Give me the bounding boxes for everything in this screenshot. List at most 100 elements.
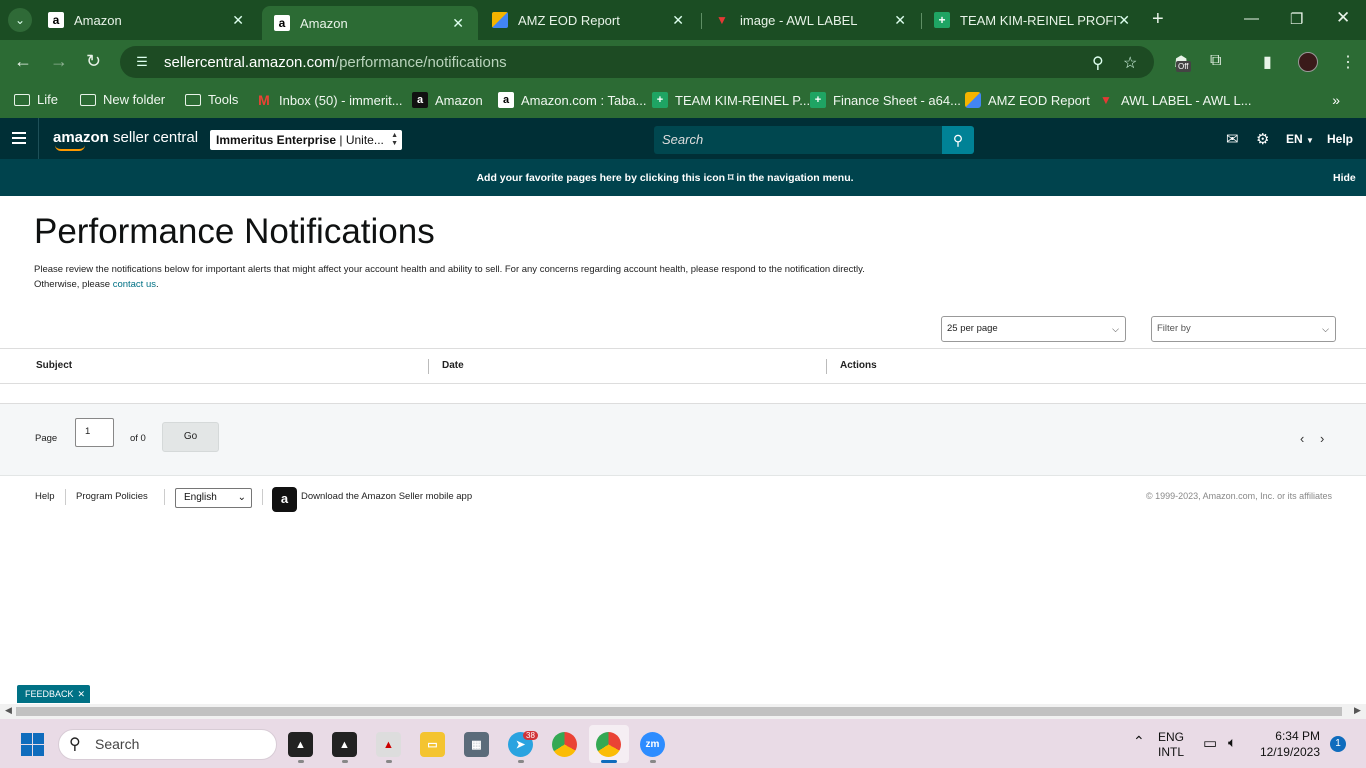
language-menu[interactable]: EN ▼ — [1286, 132, 1314, 146]
contact-us-link[interactable]: contact us — [113, 279, 156, 290]
bookmark-amazon[interactable]: a Amazon — [412, 92, 483, 108]
bookmark-awl-label[interactable]: ▼ AWL LABEL - AWL L... — [1098, 92, 1252, 108]
seller-central-logo[interactable]: amazon seller central — [53, 129, 198, 151]
new-tab-plus-icon[interactable]: + — [1152, 9, 1164, 29]
reload-icon[interactable]: ↻ — [86, 52, 101, 70]
browser-tab-4[interactable]: ▼ image - AWL LABEL ✕ — [702, 0, 920, 40]
page-footer: Help Program Policies English ⌄ a Downlo… — [0, 477, 1366, 519]
store-switcher[interactable]: Immeritus Enterprise | Unite... ▲ ▼ — [210, 130, 402, 150]
horizontal-scrollbar[interactable]: ◀ ▶ — [0, 704, 1366, 719]
bookmark-finance-sheet[interactable]: + Finance Sheet - a64... — [810, 92, 961, 108]
hamburger-menu-icon[interactable] — [12, 132, 26, 144]
browser-tab-2-active[interactable]: a Amazon ✕ — [262, 6, 478, 40]
bookmark-new-folder[interactable]: New folder — [80, 92, 165, 107]
close-tab-icon[interactable]: ✕ — [452, 15, 464, 32]
browser-tab-3[interactable]: AMZ EOD Report ✕ — [480, 0, 698, 40]
footer-language-select[interactable]: English ⌄ — [175, 488, 252, 508]
bookmark-life[interactable]: Life — [14, 92, 58, 107]
bookmark-tools[interactable]: Tools — [185, 92, 238, 107]
back-arrow-icon[interactable]: ← — [14, 52, 32, 70]
scroll-right-arrow-icon[interactable]: ▶ — [1354, 705, 1361, 716]
bookmark-amz-eod-report[interactable]: AMZ EOD Report — [965, 92, 1090, 108]
page-number-input[interactable]: 1 — [75, 418, 114, 447]
game-app-2-icon[interactable]: ▲ — [332, 732, 357, 757]
filter-by-select[interactable]: Filter by ⌵ — [1151, 316, 1336, 342]
bookmark-label: AWL LABEL - AWL L... — [1121, 92, 1252, 108]
bookmark-team-kim-reinel[interactable]: + TEAM KIM-REINEL P... — [652, 92, 810, 108]
download-app-link[interactable]: Download the Amazon Seller mobile app — [301, 491, 472, 502]
per-page-select[interactable]: 25 per page ⌵ — [941, 316, 1126, 342]
feedback-tab[interactable]: FEEDBACK ✕ — [17, 685, 90, 703]
bookmarks-overflow-chevron-icon[interactable]: » — [1332, 92, 1340, 108]
profile-avatar[interactable] — [1298, 52, 1318, 72]
close-feedback-icon[interactable]: ✕ — [77, 685, 85, 703]
volume-icon[interactable]: 🔈︎ — [1228, 734, 1236, 751]
search-button[interactable]: ⚲ — [942, 126, 974, 154]
browser-tab-1[interactable]: a Amazon ✕ — [36, 0, 258, 40]
scroll-left-arrow-icon[interactable]: ◀ — [5, 705, 12, 716]
gmail-icon: M — [258, 92, 270, 108]
footer-help-link[interactable]: Help — [35, 491, 55, 502]
file-explorer-icon[interactable]: ▭ — [420, 732, 445, 757]
amazon-icon: a — [498, 92, 514, 108]
bookmark-amazon-tabasco[interactable]: a Amazon.com : Taba... — [498, 92, 647, 108]
notification-count-badge[interactable]: 1 — [1330, 736, 1346, 752]
amazon-icon: a — [412, 92, 428, 108]
close-window-icon[interactable]: ✕ — [1336, 8, 1350, 28]
game-app-3-icon[interactable]: ▲ — [376, 732, 401, 757]
scrollbar-thumb[interactable] — [16, 707, 1342, 716]
calculator-icon[interactable]: ▦ — [464, 732, 489, 757]
network-icon[interactable]: ▭ — [1203, 734, 1217, 752]
close-tab-icon[interactable]: ✕ — [1118, 12, 1130, 29]
program-policies-link[interactable]: Program Policies — [76, 491, 148, 502]
amazon-seller-app-icon[interactable]: a — [272, 487, 297, 512]
settings-gear-icon[interactable]: ⚙ — [1256, 130, 1269, 148]
column-actions: Actions — [840, 360, 877, 371]
clock[interactable]: 6:34 PM 12/19/2023 — [1256, 728, 1320, 760]
minimize-icon[interactable]: — — [1244, 10, 1259, 27]
taskbar-search-box[interactable]: ⚲ Search — [58, 729, 277, 760]
pagination-bar: Page 1 of 0 Go ‹ › — [0, 404, 1366, 476]
close-tab-icon[interactable]: ✕ — [232, 12, 244, 29]
chevron-down-icon: ⌄ — [237, 492, 246, 503]
address-bar[interactable]: ☰ sellercentral.amazon.com/performance/n… — [120, 46, 1154, 78]
sheets-icon: + — [652, 92, 668, 108]
seller-search-input[interactable]: Search — [654, 126, 942, 154]
tab-search-chevron-icon[interactable]: ⌄ — [8, 8, 32, 32]
mail-icon[interactable]: ✉ — [1226, 130, 1239, 148]
extensions-puzzle-icon[interactable]: ⧉ — [1210, 52, 1221, 70]
url-path: /performance/notifications — [334, 53, 507, 71]
header-help-link[interactable]: Help — [1327, 132, 1353, 146]
side-panel-icon[interactable]: ▮ — [1263, 52, 1272, 72]
previous-page-chevron-icon[interactable]: ‹ — [1300, 431, 1304, 446]
chevron-down-icon: ⌵ — [1112, 324, 1119, 334]
bookmark-label: New folder — [103, 92, 166, 107]
kebab-menu-icon[interactable]: ⋮ — [1340, 52, 1356, 72]
next-page-chevron-icon[interactable]: › — [1320, 431, 1324, 446]
input-language-indicator[interactable]: ENG INTL — [1158, 730, 1184, 760]
chevron-down-icon: ⌵ — [1322, 324, 1329, 334]
bookmark-gmail-inbox[interactable]: M Inbox (50) - immerit... — [256, 92, 403, 108]
chrome-icon[interactable] — [552, 732, 577, 757]
awl-label-icon: ▼ — [1100, 93, 1112, 107]
column-date[interactable]: Date — [442, 360, 464, 371]
close-tab-icon[interactable]: ✕ — [672, 12, 684, 29]
close-tab-icon[interactable]: ✕ — [894, 12, 906, 29]
show-hidden-icons-chevron-icon[interactable]: ⌃ — [1133, 733, 1145, 750]
hide-banner-link[interactable]: Hide — [1333, 172, 1356, 184]
restore-icon[interactable]: ❐ — [1290, 10, 1303, 28]
zoom-app-icon[interactable]: zm — [640, 732, 665, 757]
bookmark-label: Inbox (50) - immerit... — [279, 92, 403, 108]
browser-tab-5[interactable]: + TEAM KIM-REINEL PROFIT S ✕ — [922, 0, 1144, 40]
site-settings-icon[interactable]: ☰ — [134, 54, 150, 70]
bookmark-star-icon[interactable]: ☆ — [1123, 53, 1137, 73]
chrome-profile-icon[interactable] — [596, 732, 621, 757]
windows-start-icon[interactable] — [21, 733, 44, 756]
go-button[interactable]: Go — [162, 422, 219, 452]
game-app-1-icon[interactable]: ▲ — [288, 732, 313, 757]
search-icon: ⚲ — [69, 736, 81, 753]
column-subject[interactable]: Subject — [36, 360, 72, 371]
url-host: sellercentral.amazon.com — [164, 53, 335, 71]
zoom-magnifier-icon[interactable]: ⚲ — [1092, 53, 1104, 73]
forward-arrow-icon[interactable]: → — [50, 52, 68, 70]
